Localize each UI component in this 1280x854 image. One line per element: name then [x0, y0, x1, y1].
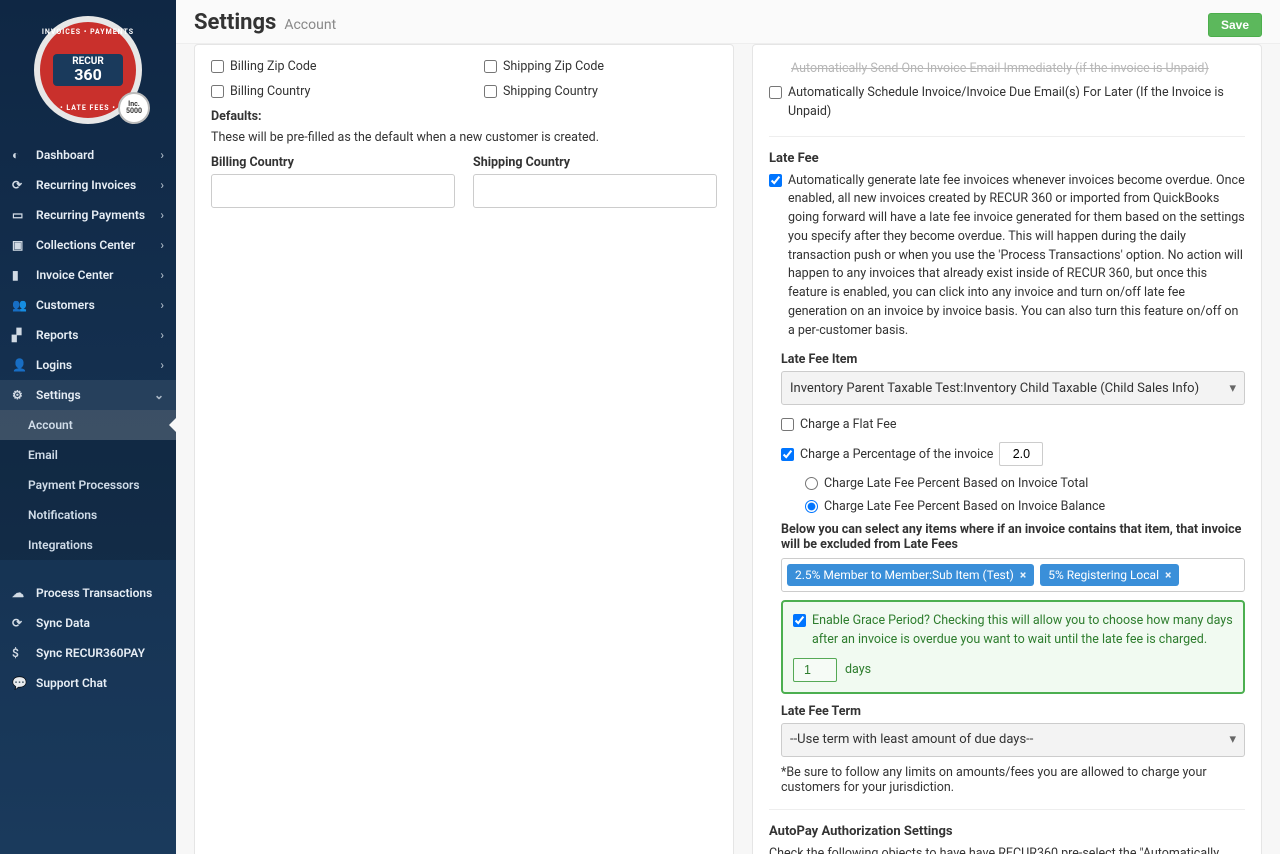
- nav-sync-data[interactable]: ⟳Sync Data: [0, 608, 176, 638]
- chart-icon: ▞: [12, 328, 28, 342]
- chevron-right-icon: ›: [160, 148, 164, 162]
- shipping-country-label: Shipping Country: [473, 155, 717, 170]
- cloud-icon: ☁: [12, 586, 28, 600]
- late-fee-term-select[interactable]: --Use term with least amount of due days…: [781, 723, 1245, 757]
- shipping-zip-checkbox[interactable]: Shipping Zip Code: [484, 59, 717, 74]
- logo: INVOICES • PAYMENTS RECUR360 • LATE FEES…: [34, 16, 142, 124]
- nav-footer: ☁Process Transactions ⟳Sync Data $Sync R…: [0, 578, 176, 698]
- exclude-tags-input[interactable]: 2.5% Member to Member:Sub Item (Test)× 5…: [781, 558, 1245, 592]
- nav-settings[interactable]: ⚙Settings⌄: [0, 380, 176, 410]
- grace-period-box: Enable Grace Period? Checking this will …: [781, 600, 1245, 694]
- nav-reports[interactable]: ▞Reports›: [0, 320, 176, 350]
- autopay-heading: AutoPay Authorization Settings: [769, 824, 1245, 839]
- grace-days-label: days: [845, 662, 871, 677]
- logo-wrap: INVOICES • PAYMENTS RECUR360 • LATE FEES…: [0, 0, 176, 140]
- caret-down-icon: ▾: [1229, 381, 1236, 396]
- sidebar: INVOICES • PAYMENTS RECUR360 • LATE FEES…: [0, 0, 176, 854]
- chevron-right-icon: ›: [160, 358, 164, 372]
- nav-collections-center[interactable]: ▣Collections Center›: [0, 230, 176, 260]
- nav-logins[interactable]: 👤Logins›: [0, 350, 176, 380]
- grace-days-input[interactable]: [793, 658, 837, 682]
- autopay-text: Check the following objects to have have…: [769, 845, 1245, 854]
- nav-customers[interactable]: 👥Customers›: [0, 290, 176, 320]
- nav-invoice-center[interactable]: ▮Invoice Center›: [0, 260, 176, 290]
- chevron-right-icon: ›: [160, 238, 164, 252]
- late-fee-item-select[interactable]: Inventory Parent Taxable Test:Inventory …: [781, 371, 1245, 405]
- late-fee-enable-checkbox[interactable]: Automatically generate late fee invoices…: [769, 172, 1245, 341]
- late-fee-heading: Late Fee: [769, 151, 1245, 166]
- nav-dashboard[interactable]: ◐Dashboard›: [0, 140, 176, 170]
- billing-zip-checkbox[interactable]: Billing Zip Code: [211, 59, 444, 74]
- defaults-help: These will be pre-filled as the default …: [211, 130, 717, 145]
- refresh-icon: ⟳: [12, 178, 28, 192]
- chevron-down-icon: ⌄: [154, 388, 164, 402]
- nav-sync-recur360pay[interactable]: $Sync RECUR360PAY: [0, 638, 176, 668]
- nav-sub-account[interactable]: Account: [0, 410, 176, 440]
- chat-icon: 💬: [12, 676, 28, 690]
- exclude-tag: 2.5% Member to Member:Sub Item (Test)×: [787, 564, 1034, 586]
- exclude-text: Below you can select any items where if …: [781, 522, 1245, 552]
- chevron-right-icon: ›: [160, 298, 164, 312]
- charge-percent-checkbox[interactable]: Charge a Percentage of the invoice: [781, 442, 1043, 466]
- percent-balance-radio[interactable]: Charge Late Fee Percent Based on Invoice…: [805, 499, 1245, 514]
- late-fee-item-label: Late Fee Item: [781, 352, 1245, 367]
- chevron-right-icon: ›: [160, 178, 164, 192]
- card-icon: ▭: [12, 208, 28, 222]
- chevron-right-icon: ›: [160, 208, 164, 222]
- folder-icon: ▣: [12, 238, 28, 252]
- tag-remove-icon[interactable]: ×: [1165, 568, 1171, 582]
- chevron-right-icon: ›: [160, 328, 164, 342]
- sync-icon: ⟳: [12, 616, 28, 630]
- charge-percent-input[interactable]: [999, 442, 1043, 466]
- billing-country-label: Billing Country: [211, 155, 455, 170]
- nav-sub-notifications[interactable]: Notifications: [0, 500, 176, 530]
- tag-remove-icon[interactable]: ×: [1020, 568, 1026, 582]
- users-icon: 👥: [12, 298, 28, 312]
- shipping-country-checkbox[interactable]: Shipping Country: [484, 84, 717, 99]
- exclude-tag: 5% Registering Local×: [1040, 564, 1179, 586]
- address-panel: Billing Zip Code Shipping Zip Code Billi…: [194, 44, 734, 854]
- grace-period-checkbox[interactable]: Enable Grace Period? Checking this will …: [793, 612, 1233, 650]
- nav-process-transactions[interactable]: ☁Process Transactions: [0, 578, 176, 608]
- page-subtitle: Account: [284, 17, 336, 33]
- nav-sub-payment-processors[interactable]: Payment Processors: [0, 470, 176, 500]
- gauge-icon: ◐: [12, 148, 28, 162]
- save-button[interactable]: Save: [1208, 13, 1262, 37]
- auto-schedule-checkbox[interactable]: Automatically Schedule Invoice/Invoice D…: [769, 84, 1245, 122]
- page-header: Settings Account Save: [176, 0, 1280, 44]
- user-plus-icon: 👤: [12, 358, 28, 372]
- billing-country-checkbox[interactable]: Billing Country: [211, 84, 444, 99]
- nav-recurring-invoices[interactable]: ⟳Recurring Invoices›: [0, 170, 176, 200]
- nav-settings-sub: Account Email Payment Processors Notific…: [0, 410, 176, 560]
- shipping-country-input[interactable]: [473, 174, 717, 208]
- cutoff-row: Automatically Send One Invoice Email Imm…: [769, 59, 1245, 84]
- nav-support-chat[interactable]: 💬Support Chat: [0, 668, 176, 698]
- nav-main: ◐Dashboard› ⟳Recurring Invoices› ▭Recurr…: [0, 140, 176, 410]
- page-title: Settings: [194, 10, 276, 35]
- gear-icon: ⚙: [12, 388, 28, 402]
- charge-flat-checkbox[interactable]: Charge a Flat Fee: [781, 417, 897, 432]
- billing-country-input[interactable]: [211, 174, 455, 208]
- percent-total-radio[interactable]: Charge Late Fee Percent Based on Invoice…: [805, 476, 1245, 491]
- chevron-right-icon: ›: [160, 268, 164, 282]
- file-icon: ▮: [12, 268, 28, 282]
- nav-sub-email[interactable]: Email: [0, 440, 176, 470]
- limits-note: *Be sure to follow any limits on amounts…: [781, 765, 1245, 795]
- nav-recurring-payments[interactable]: ▭Recurring Payments›: [0, 200, 176, 230]
- nav-sub-integrations[interactable]: Integrations: [0, 530, 176, 560]
- late-fee-panel: Automatically Send One Invoice Email Imm…: [752, 44, 1262, 854]
- late-fee-term-label: Late Fee Term: [781, 704, 1245, 719]
- defaults-heading: Defaults:: [211, 109, 717, 124]
- dollar-icon: $: [12, 646, 28, 660]
- caret-down-icon: ▾: [1229, 732, 1236, 747]
